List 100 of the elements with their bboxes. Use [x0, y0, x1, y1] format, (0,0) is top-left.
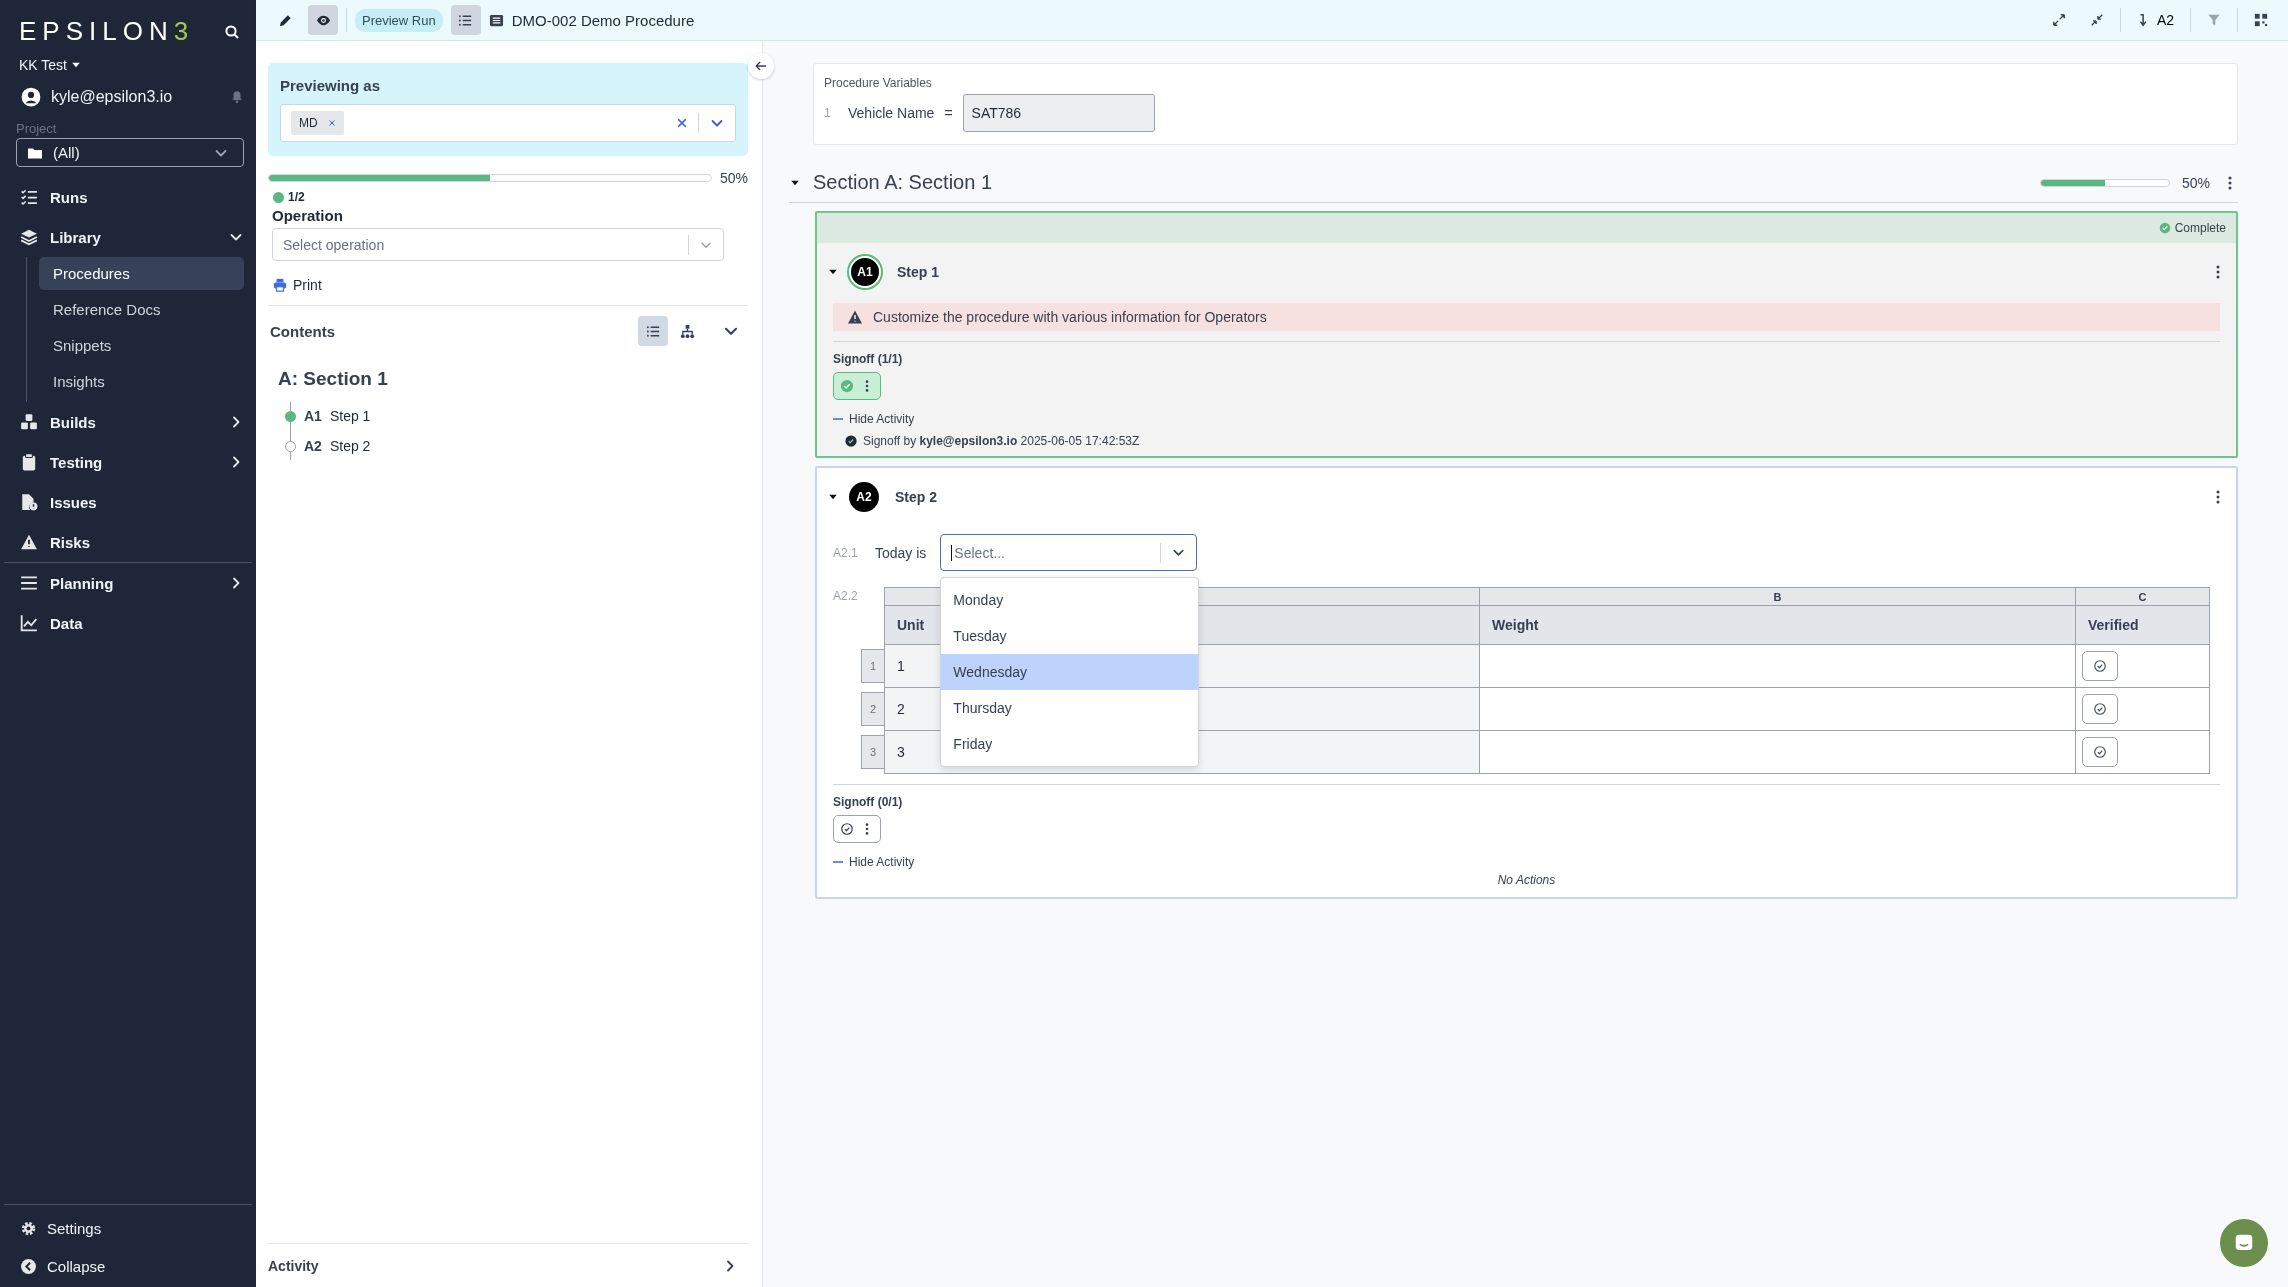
nav-subitem[interactable]: Insights: [39, 365, 244, 398]
signoff-button[interactable]: [833, 815, 881, 843]
check-circle-icon: [840, 379, 854, 393]
hide-activity-toggle[interactable]: Hide Activity: [833, 855, 915, 869]
column-letter: C: [2138, 590, 2147, 603]
equals-sign: =: [944, 105, 953, 121]
check-circle-icon: [845, 435, 857, 447]
expand-icon: [2051, 13, 2066, 27]
complete-status: Complete: [2158, 221, 2226, 235]
check-circle-icon: [2158, 222, 2171, 234]
block-number: A2.1: [833, 545, 859, 560]
check-circle-icon: [2093, 702, 2107, 716]
arrow-left-icon: [754, 59, 768, 73]
collapse-icon: [20, 1257, 37, 1275]
step-badge: A1: [849, 256, 881, 288]
clipboard-icon: [20, 453, 38, 471]
operation-label: Operation: [272, 207, 344, 224]
field-label: Today is: [875, 544, 927, 561]
variable-input[interactable]: SAT786: [962, 94, 1155, 132]
bell-icon[interactable]: [230, 90, 244, 104]
verify-button[interactable]: [2082, 651, 2118, 681]
verify-button[interactable]: [2082, 737, 2118, 767]
empty-activity-text: No Actions: [1496, 873, 1557, 887]
outline-toggle[interactable]: [450, 5, 481, 35]
signoff-label: Signoff (1/1): [833, 352, 904, 366]
progress-percent: 50%: [2181, 174, 2210, 191]
dropdown-option[interactable]: Thursday: [941, 690, 1199, 726]
role-tag: MD: [291, 111, 344, 135]
nav-subitem[interactable]: Reference Docs: [39, 293, 244, 326]
check-circle-icon: [2093, 745, 2107, 759]
filter-icon: [2207, 13, 2221, 27]
nav-item[interactable]: Builds: [16, 402, 244, 442]
progress-percent: 50%: [719, 170, 748, 186]
nav-item[interactable]: Library: [16, 217, 244, 257]
day-select[interactable]: Select...: [940, 534, 1198, 571]
mode-button[interactable]: [308, 5, 338, 35]
nav-item[interactable]: Issues: [16, 482, 244, 522]
footer-item[interactable]: Collapse: [20, 1253, 244, 1279]
status-dot: [273, 191, 284, 203]
nav-subitem[interactable]: Procedures: [39, 257, 244, 290]
layers-icon: [20, 228, 38, 246]
print-button[interactable]: Print: [273, 277, 748, 293]
nav-item[interactable]: Runs: [16, 177, 244, 217]
remove-icon: [327, 119, 336, 127]
footer-item[interactable]: Settings: [20, 1215, 244, 1241]
variables-heading: Procedure Variables: [824, 76, 933, 90]
step-badge: A2: [849, 482, 879, 512]
check-circle-icon: [840, 822, 854, 836]
nav-subitem[interactable]: Snippets: [39, 329, 244, 362]
check-circle-icon: [2093, 659, 2107, 673]
activity-toggle[interactable]: Activity: [268, 1243, 748, 1287]
search-icon[interactable]: [224, 23, 240, 40]
jump-button[interactable]: A2: [2128, 12, 2182, 28]
step-title: Step 1: [897, 264, 940, 280]
column-letter: B: [1773, 590, 1782, 603]
warning-banner: Customize the procedure with various information for Operators: [833, 303, 2220, 331]
project-select[interactable]: (All): [16, 138, 244, 167]
operation-select[interactable]: Select operation: [272, 228, 724, 261]
row-number: 3: [861, 735, 885, 769]
preview-panel: Previewing as MD: [268, 63, 748, 156]
warning-icon: [20, 533, 38, 551]
user-avatar-icon: [21, 87, 41, 107]
dropdown-option[interactable]: Wednesday: [941, 654, 1199, 690]
lines-icon: [20, 574, 38, 592]
hide-activity-toggle[interactable]: Hide Activity: [833, 412, 915, 426]
workspace-switcher[interactable]: KK Test: [19, 57, 244, 73]
signoff-label: Signoff (0/1): [833, 795, 904, 809]
nav-item[interactable]: Data: [16, 603, 244, 643]
list-icon: [458, 12, 474, 28]
clear-icon[interactable]: [676, 117, 688, 129]
list-icon: [645, 323, 661, 339]
row-number: 2: [861, 692, 885, 726]
line-chart-icon: [20, 614, 38, 632]
nav-item[interactable]: Testing: [16, 442, 244, 482]
nav-item[interactable]: Planning: [16, 563, 244, 603]
settings-icon: [20, 1219, 37, 1237]
warning-icon: [847, 309, 863, 325]
printer-icon: [273, 278, 287, 292]
column-header: Verified: [2075, 605, 2210, 645]
outline-step[interactable]: A2 Step 2: [285, 438, 748, 454]
logo: EPSILON 3: [19, 16, 195, 47]
outline-step[interactable]: A1 Step 1: [285, 408, 748, 424]
row-number: 1: [824, 106, 832, 120]
contents-heading: Contents: [270, 322, 336, 340]
user-email: kyle@epsilon3.io: [51, 88, 174, 106]
step-title: Step 2: [895, 489, 938, 505]
hierarchy-icon: [679, 323, 695, 339]
collapse-panel-button[interactable]: [748, 53, 774, 79]
grid-icon: [2254, 13, 2268, 27]
outline-section[interactable]: A: Section 1: [278, 368, 748, 390]
compress-icon: [2089, 13, 2104, 27]
view-toggle[interactable]: [638, 316, 668, 346]
section-title: Section A: Section 1: [813, 171, 993, 194]
variable-name: Vehicle Name: [848, 105, 935, 121]
document-alert-icon: [20, 493, 38, 511]
nav-item[interactable]: Risks: [16, 522, 244, 562]
verify-button[interactable]: [2082, 694, 2118, 724]
run-mode-badge: Preview Run: [355, 8, 443, 32]
document-icon: [488, 12, 504, 28]
role-select[interactable]: MD: [280, 104, 736, 142]
